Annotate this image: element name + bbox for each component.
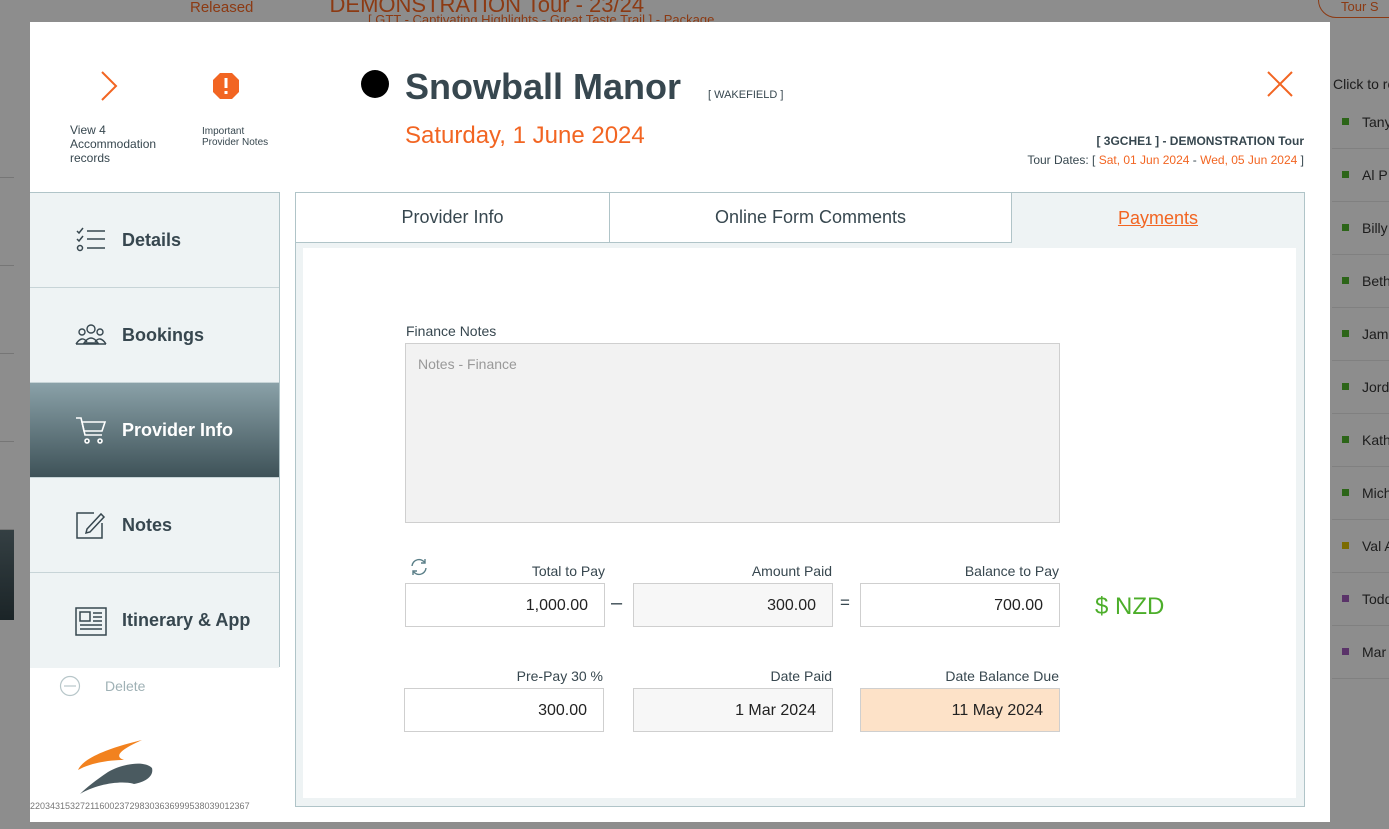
cart-icon <box>76 417 107 444</box>
sidebar-item-details[interactable]: Details <box>30 193 279 288</box>
sidebar-item-label: Provider Info <box>122 419 234 440</box>
sidebar-item-provider-info[interactable]: Provider Info <box>30 383 279 478</box>
total-to-pay-label: Total to Pay <box>531 563 605 579</box>
finance-notes-field[interactable]: Notes - Finance <box>405 343 1060 523</box>
date-balance-due-label: Date Balance Due <box>945 668 1059 684</box>
tab-online-form-comments[interactable]: Online Form Comments <box>610 193 1012 243</box>
total-to-pay-field[interactable]: 1,000.00 <box>405 583 605 627</box>
prepay-label: Pre-Pay 30 % <box>516 668 603 684</box>
tour-code: [ 3GCHE1 ] - DEMONSTRATION Tour <box>1096 134 1304 148</box>
tour-end-date: Wed, 05 Jun 2024 <box>1200 153 1298 167</box>
amount-paid-field[interactable]: 300.00 <box>633 583 833 627</box>
prepay-field[interactable]: 300.00 <box>404 688 604 732</box>
date-paid-field[interactable]: 1 Mar 2024 <box>633 688 833 732</box>
company-logo-icon <box>78 740 153 794</box>
balance-to-pay-field: 700.00 <box>860 583 1060 627</box>
balance-to-pay-label: Balance to Pay <box>964 563 1059 579</box>
close-icon[interactable] <box>1266 70 1294 98</box>
minus-circle-icon <box>59 675 81 697</box>
sidebar-item-label: Details <box>122 229 182 250</box>
delete-label: Delete <box>105 678 146 694</box>
people-icon <box>75 324 107 345</box>
date-paid-label: Date Paid <box>770 668 832 684</box>
sidebar-item-label: Bookings <box>122 324 205 345</box>
warning-icon[interactable] <box>212 72 240 100</box>
equals-operator: = <box>840 593 850 612</box>
newspaper-icon <box>75 606 107 636</box>
page-title: Snowball Manor <box>405 66 682 107</box>
sidebar-item-notes[interactable]: Notes <box>30 478 279 573</box>
sidebar-item-label: Notes <box>122 514 173 535</box>
sidebar-item-label: Itinerary & App <box>122 610 251 630</box>
sidebar-nav: Details Bookings Provider Info Notes Iti… <box>30 192 280 668</box>
tour-dates: Tour Dates: [ Sat, 01 Jun 2024 - Wed, 05… <box>1027 153 1304 167</box>
sidebar-item-bookings[interactable]: Bookings <box>30 288 279 383</box>
chevron-right-icon[interactable] <box>96 68 124 104</box>
edit-icon <box>76 512 106 539</box>
tab-bar: Provider Info Online Form Comments Payme… <box>296 193 1304 243</box>
tour-dates-separator: - <box>1192 153 1197 167</box>
checklist-icon <box>76 227 105 252</box>
sidebar-item-itinerary[interactable]: Itinerary & App <box>30 573 279 668</box>
main-panel: Provider Info Online Form Comments Payme… <box>295 192 1305 807</box>
currency-label: $ NZD <box>1095 593 1165 620</box>
status-dot <box>361 70 389 98</box>
location-label: [ WAKEFIELD ] <box>708 89 784 101</box>
booking-date: Saturday, 1 June 2024 <box>405 122 645 149</box>
minus-operator: – <box>611 592 623 614</box>
tab-provider-info[interactable]: Provider Info <box>296 193 610 243</box>
view-records-button[interactable]: View 4 Accommodation records <box>70 123 170 165</box>
provider-modal: View 4 Accommodation records Important P… <box>30 22 1330 822</box>
amount-paid-label: Amount Paid <box>751 563 832 579</box>
tour-start-date: Sat, 01 Jun 2024 <box>1098 153 1190 167</box>
date-balance-due-field[interactable]: 11 May 2024 <box>860 688 1060 732</box>
tour-dates-label: Tour Dates: [ <box>1027 153 1096 167</box>
tour-dates-close: ] <box>1300 153 1304 167</box>
tab-payments[interactable]: Payments <box>1012 193 1304 243</box>
delete-button[interactable]: Delete <box>59 675 145 697</box>
finance-notes-label: Finance Notes <box>406 323 497 339</box>
record-serial: 2203431532721160023729830363699953803901… <box>30 801 250 811</box>
payments-panel: Finance Notes Notes - Finance Total to P… <box>303 248 1296 798</box>
important-notes-button[interactable]: Important Provider Notes <box>202 126 282 148</box>
